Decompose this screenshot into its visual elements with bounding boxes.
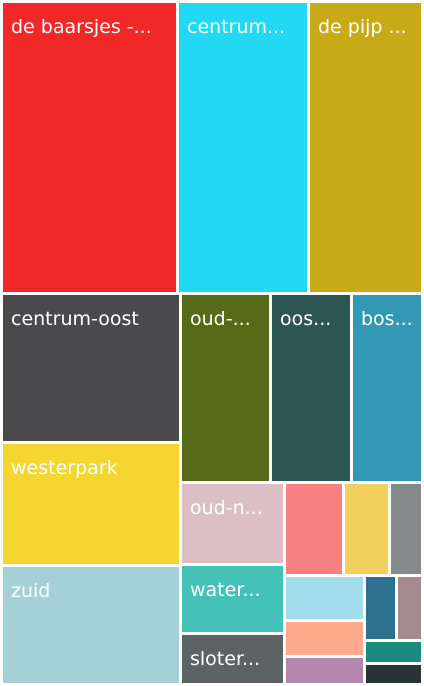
treemap-tile-label: westerpark bbox=[11, 457, 118, 479]
treemap-tile-zuid[interactable]: zuid bbox=[3, 567, 179, 683]
treemap-tile-centrum-oost[interactable]: centrum-oost bbox=[3, 295, 179, 441]
treemap-tile-rect[interactable] bbox=[310, 3, 421, 292]
treemap-tile-label: bos... bbox=[361, 308, 413, 330]
treemap-tile-label: de baarsjes -... bbox=[11, 16, 152, 38]
treemap-tile-rect[interactable] bbox=[286, 484, 342, 574]
treemap-tile-label: oud-n... bbox=[190, 497, 263, 519]
treemap-tile-rect[interactable] bbox=[286, 658, 363, 683]
treemap-tile-sloter[interactable]: sloter... bbox=[182, 635, 283, 683]
treemap-tile-label: water... bbox=[190, 579, 261, 601]
treemap-tile-de-pijp[interactable]: de pijp ... bbox=[310, 3, 421, 292]
treemap-tile-unlabeled-15[interactable] bbox=[391, 484, 421, 574]
treemap-tile-rect[interactable] bbox=[286, 622, 363, 655]
treemap-tile-rect[interactable] bbox=[366, 642, 421, 662]
treemap-tile-rect[interactable] bbox=[366, 577, 395, 639]
treemap-tile-unlabeled-21[interactable] bbox=[366, 642, 421, 662]
treemap-tile-rect[interactable] bbox=[286, 577, 363, 619]
treemap-tile-rect[interactable] bbox=[391, 484, 421, 574]
treemap-tile-rect[interactable] bbox=[345, 484, 388, 574]
treemap-tile-unlabeled-22[interactable] bbox=[366, 665, 421, 683]
treemap-tile-unlabeled-13[interactable] bbox=[286, 484, 342, 574]
treemap-tile-de-baarsjes[interactable]: de baarsjes -... bbox=[3, 3, 176, 292]
treemap-tile-unlabeled-14[interactable] bbox=[345, 484, 388, 574]
treemap-tile-bos[interactable]: bos... bbox=[353, 295, 421, 481]
treemap-tile-oud[interactable]: oud-... bbox=[182, 295, 269, 481]
treemap-chart: de baarsjes -... centrum... de pijp ... cen… bbox=[3, 3, 421, 683]
treemap-tile-oos[interactable]: oos... bbox=[272, 295, 350, 481]
treemap-tile-unlabeled-18[interactable] bbox=[286, 658, 363, 683]
treemap-tile-label: de pijp ... bbox=[318, 16, 407, 38]
treemap-tile-label: sloter... bbox=[190, 648, 260, 670]
treemap-tile-label: centrum... bbox=[187, 16, 285, 38]
treemap-tile-unlabeled-17[interactable] bbox=[286, 622, 363, 655]
treemap-tile-unlabeled-16[interactable] bbox=[286, 577, 363, 619]
treemap-tile-westerpark[interactable]: westerpark bbox=[3, 444, 179, 564]
treemap-tile-oud-n[interactable]: oud-n... bbox=[182, 484, 283, 563]
treemap-tile-label: oos... bbox=[280, 308, 331, 330]
treemap-tile-rect[interactable] bbox=[398, 577, 421, 639]
treemap-tile-centrum[interactable]: centrum... bbox=[179, 3, 307, 292]
treemap-tile-label: oud-... bbox=[190, 308, 251, 330]
treemap-tile-label: zuid bbox=[11, 580, 50, 602]
treemap-tile-rect[interactable] bbox=[366, 665, 421, 683]
treemap-tile-rect[interactable] bbox=[3, 3, 176, 292]
treemap-tile-water[interactable]: water... bbox=[182, 566, 283, 632]
treemap-tile-label: centrum-oost bbox=[11, 308, 139, 330]
treemap-tile-unlabeled-19[interactable] bbox=[366, 577, 395, 639]
treemap-tile-rect[interactable] bbox=[179, 3, 307, 292]
treemap-tile-unlabeled-20[interactable] bbox=[398, 577, 421, 639]
treemap-tile-rect[interactable] bbox=[182, 484, 283, 563]
